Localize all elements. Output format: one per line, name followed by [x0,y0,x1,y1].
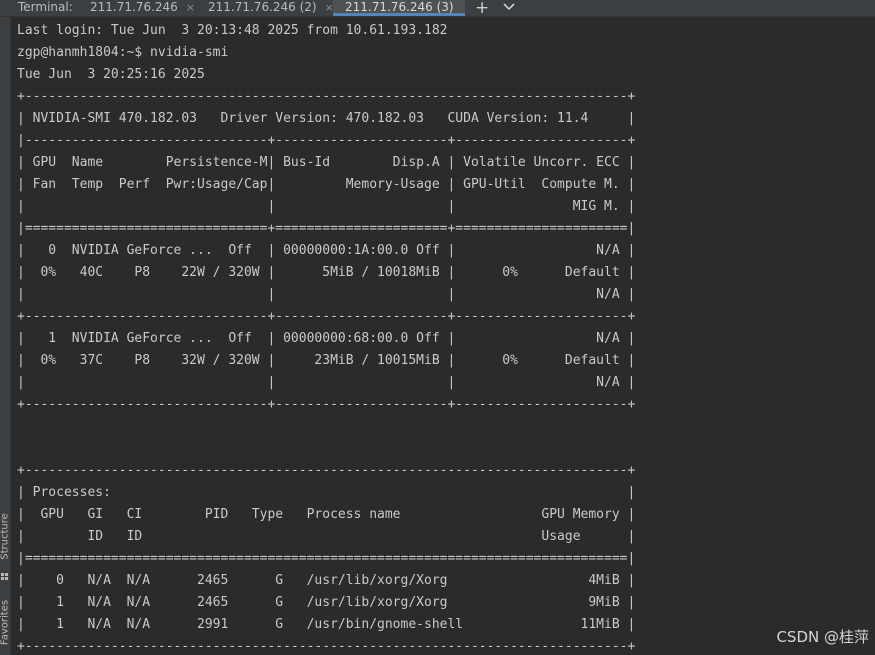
terminal-line: | GPU GI CI PID Type Process name GPU Me… [17,507,636,522]
terminal-line: |===============================+=======… [17,221,636,236]
terminal-line: | 0% 40C P8 22W / 320W | 5MiB / 10018MiB… [17,265,636,280]
csdn-watermark: CSDN @桂萍 [776,628,869,646]
terminal-tool-title: Terminal: [18,0,73,14]
tab-session-1[interactable]: 211.71.76.246 × [78,0,203,16]
terminal-line: +---------------------------------------… [17,463,636,478]
terminal-line: +-------------------------------+-------… [17,309,636,324]
terminal-line: | 0% 37C P8 32W / 320W | 23MiB / 10015Mi… [17,353,636,368]
tab-session-3[interactable]: 211.71.76.246 (3)× [333,0,465,16]
structure-icon [1,573,8,580]
terminal-line: | | | MIG M. | [17,199,636,214]
new-tab-button[interactable]: + [475,0,489,16]
terminal-line: | Fan Temp Perf Pwr:Usage/Cap| Memory-Us… [17,177,636,192]
favorites-tool-label[interactable]: Favorites [0,596,11,650]
terminal-tab-bar: Terminal: 211.71.76.246 × 211.71.76.246 (… [0,0,875,17]
terminal-line: | 0 N/A N/A 2465 G /usr/lib/xorg/Xorg 4M… [17,573,636,588]
terminal-line: | | | N/A | [17,375,636,390]
terminal-line: +---------------------------------------… [17,639,636,654]
terminal-line: | | | N/A | [17,287,636,302]
terminal-line: | 1 N/A N/A 2465 G /usr/lib/xorg/Xorg 9M… [17,595,636,610]
terminal-line: | NVIDIA-SMI 470.182.03 Driver Version: … [17,111,636,126]
terminal-line: | Processes: | [17,485,636,500]
tab-label: 211.71.76.246 [90,0,178,14]
terminal-line: +---------------------------------------… [17,89,636,104]
terminal-line: |=======================================… [17,551,636,566]
chevron-down-icon[interactable] [502,0,516,14]
terminal-line: | GPU Name Persistence-M| Bus-Id Disp.A … [17,155,636,170]
terminal-line: | 0 NVIDIA GeForce ... Off | 00000000:1A… [17,243,636,258]
terminal-line: +-------------------------------+-------… [17,397,636,412]
terminal-line: Tue Jun 3 20:25:16 2025 [17,67,205,82]
close-icon[interactable]: × [341,15,350,16]
terminal-line: | 1 N/A N/A 2991 G /usr/bin/gnome-shell … [17,617,636,632]
terminal-line: | ID ID Usage | [17,529,636,544]
terminal-line: zgp@hanmh1804:~$ nvidia-smi [17,45,229,60]
terminal-output[interactable]: Last login: Tue Jun 3 20:13:48 2025 from… [17,20,867,655]
structure-tool-label[interactable]: Structure [0,510,11,564]
terminal-line: |-------------------------------+-------… [17,133,636,148]
tab-session-2[interactable]: 211.71.76.246 (2) × [196,0,342,16]
terminal-line: | 1 NVIDIA GeForce ... Off | 00000000:68… [17,331,636,346]
tab-label: 211.71.76.246 (3) [345,0,454,14]
tab-label: 211.71.76.246 (2) [208,0,317,14]
left-tool-strip: Structure Favorites [0,17,11,655]
close-icon[interactable]: × [186,1,195,15]
terminal-line: Last login: Tue Jun 3 20:13:48 2025 from… [17,23,448,38]
